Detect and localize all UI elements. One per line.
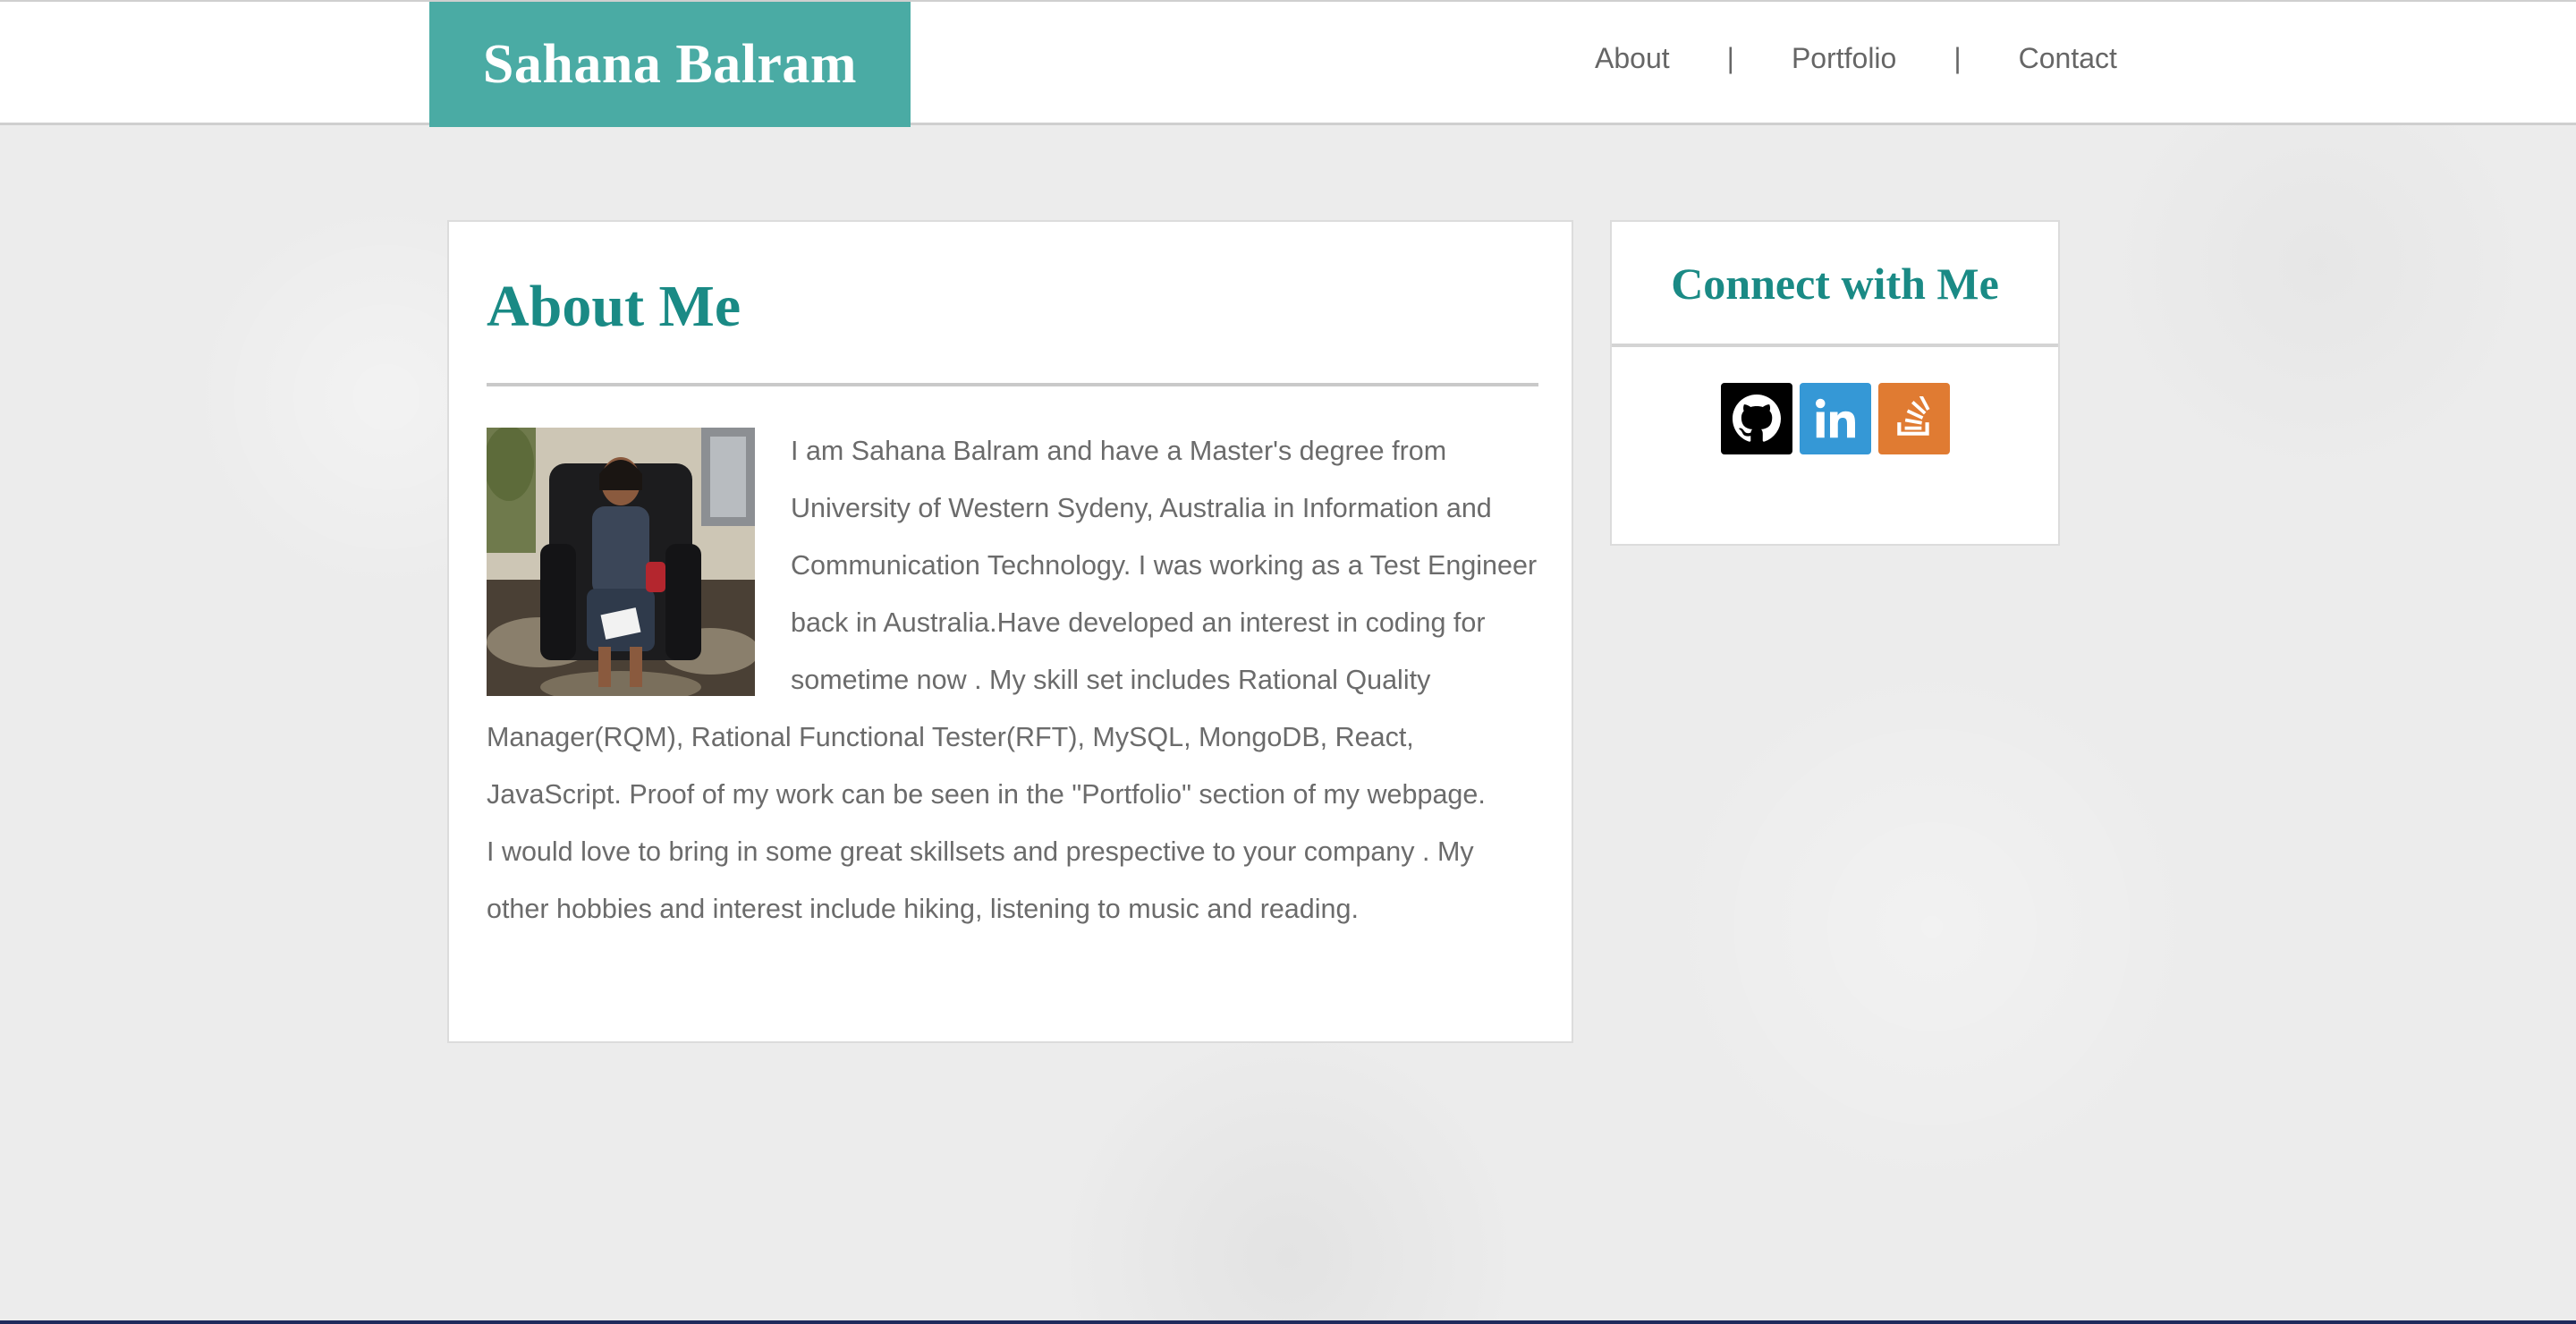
nav-separator: | [1953, 41, 1962, 74]
social-links [1612, 383, 2058, 454]
nav-link-portfolio[interactable]: Portfolio [1792, 42, 1896, 75]
github-icon [1732, 395, 1781, 442]
linkedin-icon [1815, 398, 1855, 438]
nav-link-contact[interactable]: Contact [2019, 42, 2117, 75]
about-title: About Me [487, 274, 741, 339]
github-link[interactable] [1720, 383, 1792, 454]
brand-name: Sahana Balram [482, 33, 858, 95]
brand-logo[interactable]: Sahana Balram [429, 2, 911, 127]
connect-card: Connect with Me [1610, 220, 2060, 546]
stackoverflow-link[interactable] [1877, 383, 1950, 454]
profile-photo-image [487, 428, 755, 696]
about-card: About Me I am Sahana Balram and have a M… [447, 220, 1573, 1043]
connect-divider [1612, 344, 2058, 347]
about-paragraph: I would love to bring in some great skil… [487, 836, 1474, 924]
about-divider [487, 383, 1538, 386]
about-body: I am Sahana Balram and have a Master's d… [487, 422, 1538, 938]
profile-photo [487, 428, 755, 696]
site-header: Sahana Balram About | Portfolio | Contac… [0, 0, 2576, 127]
linkedin-link[interactable] [1799, 383, 1871, 454]
main-nav: About | Portfolio | Contact [1595, 36, 2117, 81]
stackoverflow-icon [1896, 396, 1930, 436]
nav-separator: | [1726, 41, 1734, 74]
window-bottom-edge [0, 1320, 2576, 1324]
connect-title: Connect with Me [1671, 259, 1999, 309]
nav-link-about[interactable]: About [1595, 42, 1670, 75]
